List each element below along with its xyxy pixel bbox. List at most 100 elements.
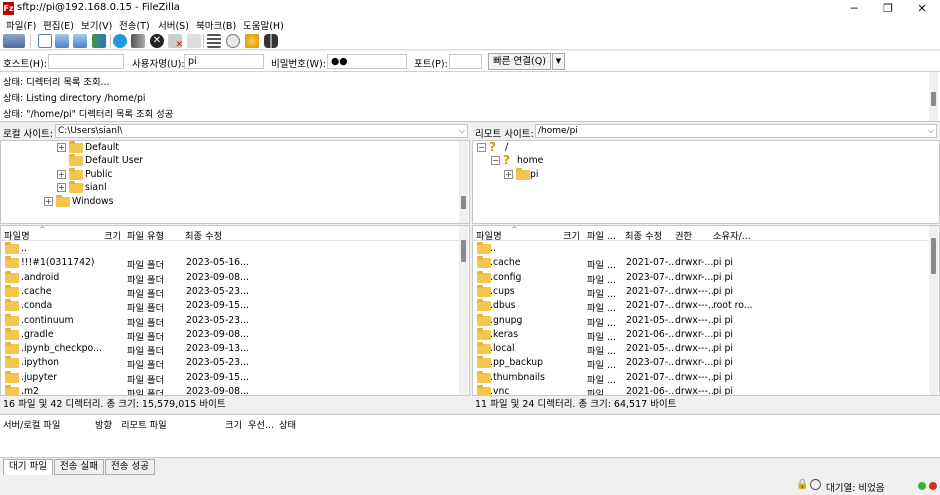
remote-list-scrollbar[interactable] — [929, 226, 938, 395]
maximize-button[interactable]: ❐ — [870, 0, 906, 17]
menu-bookmarks[interactable]: 북마크(B) — [196, 18, 236, 32]
tree-item-default[interactable]: + Default — [57, 141, 357, 154]
column-header-permissions[interactable]: 권한 — [675, 228, 692, 242]
disconnect-icon[interactable]: ✕ — [168, 34, 183, 50]
remote-list-scrollbar-thumb[interactable] — [931, 238, 936, 274]
table-row[interactable]: .cups 파일 ... 2021-07-... drwx---... pi pi — [473, 284, 927, 300]
expand-icon[interactable]: + — [57, 170, 66, 179]
process-queue-icon[interactable] — [131, 34, 145, 48]
tree-item-default-user[interactable]: Default User — [57, 154, 357, 167]
table-row[interactable]: .jupyter 파일 폴더 2023-09-15... — [1, 370, 457, 386]
table-row[interactable]: .continuum 파일 폴더 2023-05-23... — [1, 313, 457, 329]
collapse-icon[interactable]: − — [491, 156, 500, 165]
tree-item-home[interactable]: − ? home — [491, 154, 691, 167]
menu-help[interactable]: 도움말(H) — [243, 18, 284, 32]
expand-icon[interactable]: + — [57, 183, 66, 192]
expand-icon[interactable]: + — [44, 197, 53, 206]
table-row[interactable]: .m2 파일 폴더 2023-09-08... — [1, 385, 457, 395]
refresh-icon[interactable] — [113, 34, 127, 48]
tree-item-pi[interactable]: + pi — [504, 168, 704, 181]
table-row[interactable]: .. — [1, 242, 457, 256]
queue-column-priority[interactable]: 우선... — [248, 417, 274, 431]
close-button[interactable]: ✕ — [904, 0, 940, 17]
reconnect-icon[interactable] — [187, 34, 201, 48]
table-row[interactable]: .keras 파일 ... 2021-06-... drwxr-... pi pi — [473, 327, 927, 343]
expand-icon[interactable]: + — [57, 143, 66, 152]
table-row[interactable]: .. — [473, 242, 927, 256]
toggle-local-tree-icon[interactable] — [55, 34, 69, 48]
table-row[interactable]: .cache 파일 ... 2021-07-... drwxr-... pi pi — [473, 256, 927, 271]
table-row[interactable]: .cache 파일 폴더 2023-05-23... — [1, 284, 457, 300]
local-path-input[interactable]: C:\Users\sianl\ ⌵ — [55, 124, 468, 138]
table-row[interactable]: !!!#1(0311742) 파일 폴더 2023-05-16... — [1, 256, 457, 271]
password-input[interactable]: ●● — [327, 54, 407, 69]
port-input[interactable] — [449, 54, 482, 69]
menu-transfer[interactable]: 전송(T) — [119, 18, 150, 32]
log-scrollbar[interactable] — [929, 72, 938, 121]
column-header-size[interactable]: 크기 — [563, 228, 580, 242]
menu-file[interactable]: 파일(F) — [6, 18, 36, 32]
table-row[interactable]: .ipython 파일 폴더 2023-05-23... — [1, 356, 457, 371]
quickconnect-button[interactable]: 빠른 연결(Q) — [488, 53, 551, 70]
table-row[interactable]: .android 파일 폴더 2023-09-08... — [1, 270, 457, 286]
table-row[interactable]: .config 파일 ... 2023-07-... drwxr-... pi pi — [473, 270, 927, 286]
toggle-queue-icon[interactable] — [92, 34, 106, 48]
chevron-down-icon[interactable]: ⌵ — [459, 125, 465, 137]
toggle-remote-tree-icon[interactable] — [73, 34, 87, 48]
column-header-modified[interactable]: 최종 수정 — [185, 228, 222, 242]
table-row[interactable]: .local 파일 ... 2021-05-... drwx---... pi pi — [473, 342, 927, 357]
sync-browse-icon[interactable] — [245, 34, 259, 48]
speed-limit-icon[interactable] — [810, 479, 821, 490]
host-input[interactable] — [48, 54, 124, 69]
queue-column-remote-file[interactable]: 리모트 파일 — [121, 417, 167, 431]
tab-failed-transfers[interactable]: 전송 실패 — [54, 459, 104, 475]
toggle-log-icon[interactable] — [38, 34, 52, 48]
directory-listing-filters-icon[interactable] — [207, 34, 221, 48]
log-scrollbar-thumb[interactable] — [931, 92, 936, 106]
column-header-size[interactable]: 크기 — [104, 228, 121, 242]
remote-path-input[interactable]: /home/pi ⌵ — [535, 124, 937, 138]
expand-icon[interactable]: + — [504, 170, 513, 179]
local-tree-scrollbar[interactable] — [459, 141, 468, 223]
table-row[interactable]: .pp_backup 파일 ... 2023-07-... drwxr-... pi p… — [473, 356, 927, 371]
column-header-type[interactable]: 파일 유형 — [127, 228, 164, 242]
directory-compare-icon[interactable] — [226, 34, 240, 48]
tree-item-public[interactable]: + Public — [57, 168, 357, 181]
column-header-modified[interactable]: 최종 수정 — [625, 228, 662, 242]
table-row[interactable]: .ipynb_checkpo... 파일 폴더 2023-09-13... — [1, 342, 457, 357]
search-files-icon[interactable] — [264, 34, 278, 48]
menu-edit[interactable]: 편집(E) — [43, 18, 74, 32]
local-tree-scrollbar-thumb[interactable] — [461, 196, 466, 209]
table-row[interactable]: .dbus 파일 ... 2021-07-... drwx---... root ro.… — [473, 299, 927, 314]
menu-server[interactable]: 서버(S) — [158, 18, 189, 32]
queue-column-status[interactable]: 상태 — [279, 417, 296, 431]
table-row[interactable]: .thumbnails 파일 ... 2021-07-... drwx---... pi… — [473, 370, 927, 386]
username-input[interactable]: pi — [184, 54, 264, 69]
tab-queued-files[interactable]: 대기 파일 — [3, 459, 53, 475]
minimize-button[interactable]: ─ — [836, 0, 872, 17]
tab-successful-transfers[interactable]: 전송 성공 — [105, 459, 155, 475]
cancel-icon[interactable]: ✕ — [150, 34, 164, 48]
table-row[interactable]: .conda 파일 폴더 2023-09-15... — [1, 299, 457, 314]
local-list-scrollbar-thumb[interactable] — [461, 240, 466, 262]
chevron-down-icon[interactable]: ⌵ — [928, 125, 934, 137]
menu-view[interactable]: 보기(V) — [81, 18, 112, 32]
table-row[interactable]: .gradle 파일 폴더 2023-09-08... — [1, 327, 457, 343]
local-list-scrollbar[interactable] — [459, 226, 468, 395]
queue-column-direction[interactable]: 방향 — [95, 417, 112, 431]
table-row[interactable]: .vnc 파일 ... 2021-06-... drwx---... pi pi — [473, 385, 927, 395]
file-name: .gnupg — [490, 314, 523, 326]
column-header-filename[interactable]: 파일명 — [4, 228, 30, 242]
site-manager-icon[interactable] — [3, 34, 25, 48]
queue-column-local-file[interactable]: 서버/로컬 파일 — [3, 417, 60, 431]
tree-item-sianl[interactable]: + sianl — [57, 181, 357, 194]
column-header-filename[interactable]: 파일명 — [476, 228, 502, 242]
tree-item-windows[interactable]: + Windows — [44, 195, 344, 208]
host-label: 호스트(H): — [3, 59, 47, 70]
queue-column-size[interactable]: 크기 — [225, 417, 242, 431]
column-header-owner[interactable]: 소유자/... — [713, 228, 751, 242]
table-row[interactable]: .gnupg 파일 ... 2021-05-... drwx---... pi pi — [473, 313, 927, 329]
quickconnect-dropdown-icon[interactable]: ▼ — [552, 53, 565, 70]
column-header-type[interactable]: 파일 ... — [587, 228, 616, 242]
collapse-icon[interactable]: − — [477, 143, 486, 152]
